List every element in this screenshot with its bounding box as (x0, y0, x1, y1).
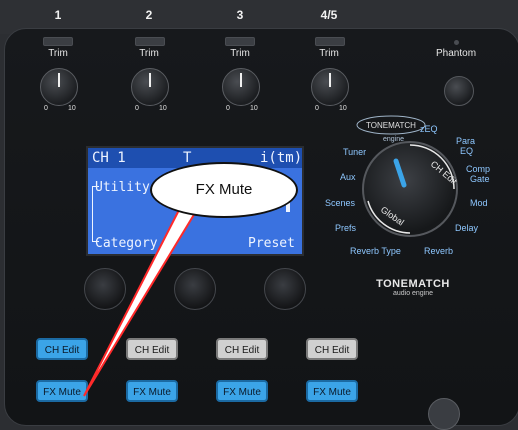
callout-bubble: FX Mute (150, 162, 298, 218)
